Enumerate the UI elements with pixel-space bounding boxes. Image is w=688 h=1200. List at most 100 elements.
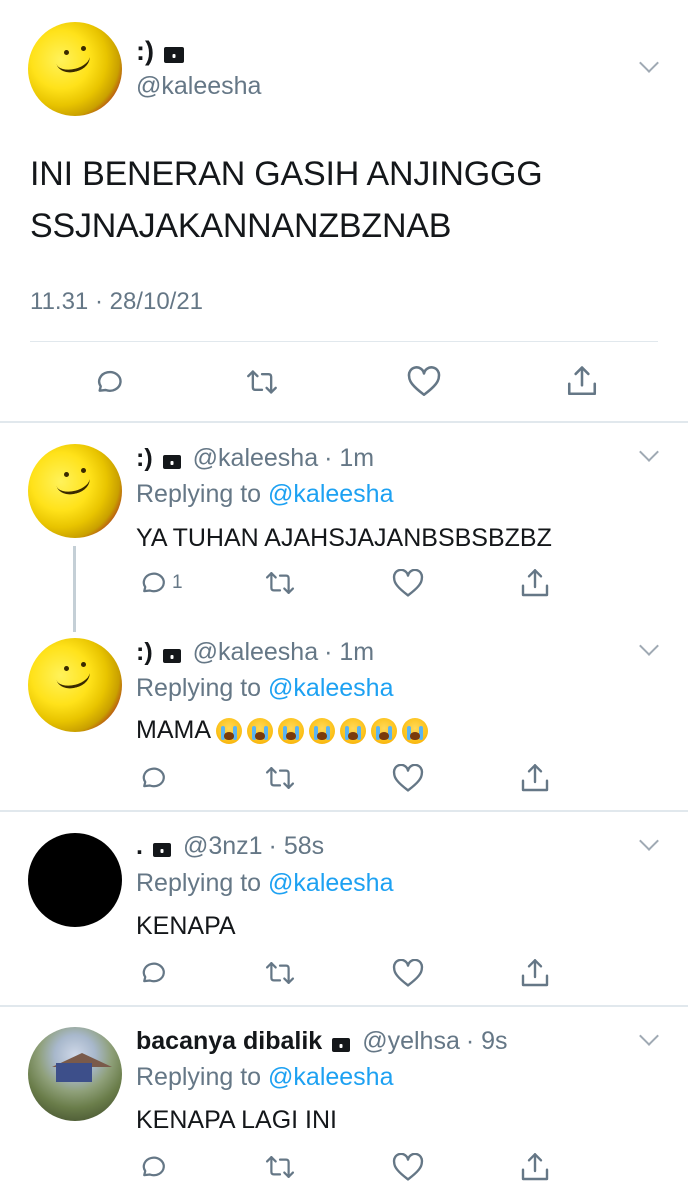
mention-link[interactable]: @kaleesha: [268, 674, 393, 702]
author-row: :): [136, 36, 184, 67]
like-button[interactable]: [392, 959, 424, 988]
tweet-text: MAMA: [136, 716, 428, 745]
divider: [30, 341, 658, 342]
handle[interactable]: @kaleesha: [193, 444, 318, 473]
chevron-down-icon[interactable]: [639, 442, 659, 462]
like-icon: [392, 764, 424, 792]
share-button[interactable]: [519, 567, 551, 599]
share-button[interactable]: [519, 957, 551, 989]
tweet-text: YA TUHAN AJAHSJAJANBSBSBZBZ: [136, 524, 552, 552]
replying-to: Replying to @kaleesha: [136, 674, 394, 702]
handle[interactable]: @3nz1: [183, 832, 263, 861]
lock-icon: [162, 648, 181, 663]
loudly-crying-face-icon: [216, 717, 242, 744]
reply-button[interactable]: 1: [138, 568, 183, 598]
mention-link[interactable]: @kaleesha: [268, 1063, 393, 1091]
separator: [0, 810, 688, 812]
tweet-time[interactable]: · 1m: [324, 638, 374, 667]
loudly-crying-face-icon: [371, 717, 397, 744]
lock-icon: [162, 454, 181, 469]
share-icon: [567, 366, 597, 396]
loudly-crying-face-icon: [340, 717, 366, 744]
like-icon: [392, 1153, 424, 1181]
reply-icon: [142, 1156, 165, 1177]
share-icon: [521, 764, 549, 792]
like-button[interactable]: [392, 764, 424, 793]
retweet-button[interactable]: [264, 1152, 296, 1182]
avatar[interactable]: [28, 444, 122, 538]
reply-button[interactable]: [138, 1152, 168, 1182]
reply-icon: [142, 767, 165, 788]
retweet-icon: [247, 370, 277, 394]
emoji-row: [211, 717, 428, 744]
share-button[interactable]: [519, 1151, 551, 1183]
loudly-crying-face-icon: [247, 717, 273, 744]
author-row: . @3nz1 · 58s: [136, 832, 324, 861]
retweet-button[interactable]: [264, 763, 296, 793]
lock-icon: [163, 46, 184, 63]
tweet-time[interactable]: · 1m: [324, 444, 374, 473]
share-button[interactable]: [519, 762, 551, 794]
tweet-text: KENAPA: [136, 912, 236, 940]
avatar[interactable]: [28, 638, 122, 732]
main-tweet: :) @kaleesha INI BENERAN GASIH ANJINGGG …: [0, 0, 688, 422]
mention-link[interactable]: @kaleesha: [268, 869, 393, 897]
separator: [0, 1005, 688, 1007]
retweet-button[interactable]: [264, 568, 296, 598]
reply-count: 1: [172, 572, 183, 593]
retweet-icon: [265, 572, 295, 594]
author-row: :) @kaleesha · 1m: [136, 444, 374, 473]
reply-button[interactable]: [93, 366, 125, 398]
share-icon: [521, 959, 549, 987]
mention-link[interactable]: @kaleesha: [268, 480, 393, 508]
display-name[interactable]: :): [136, 638, 153, 667]
share-icon: [521, 569, 549, 597]
loudly-crying-face-icon: [402, 717, 428, 744]
display-name[interactable]: :): [136, 36, 154, 67]
like-icon: [392, 569, 424, 597]
retweet-icon: [265, 1156, 295, 1178]
retweet-icon: [265, 962, 295, 984]
like-button[interactable]: [407, 366, 441, 398]
loudly-crying-face-icon: [278, 717, 304, 744]
reply-icon: [142, 572, 165, 593]
retweet-button[interactable]: [245, 366, 279, 398]
reply-button[interactable]: [138, 763, 168, 793]
avatar[interactable]: [28, 22, 122, 116]
reply-icon: [97, 370, 122, 392]
like-button[interactable]: [392, 569, 424, 598]
author-row: :) @kaleesha · 1m: [136, 638, 374, 667]
separator: [0, 421, 688, 423]
chevron-down-icon[interactable]: [639, 636, 659, 656]
handle[interactable]: @yelhsa: [362, 1027, 460, 1056]
chevron-down-icon[interactable]: [639, 831, 659, 851]
retweet-button[interactable]: [264, 958, 296, 988]
handle[interactable]: @kaleesha: [193, 638, 318, 667]
reply-icon: [142, 962, 165, 983]
lock-icon: [332, 1037, 351, 1052]
tweet-timestamp[interactable]: 11.31 · 28/10/21: [30, 288, 203, 316]
avatar[interactable]: [28, 1027, 122, 1121]
like-icon: [407, 366, 441, 397]
like-icon: [392, 959, 424, 987]
display-name[interactable]: bacanya dibalik: [136, 1027, 322, 1056]
tweet-text: KENAPA LAGI INI: [136, 1106, 338, 1134]
tweet-text: INI BENERAN GASIH ANJINGGG SSJNAJAKANNAN…: [30, 155, 543, 245]
display-name[interactable]: :): [136, 444, 153, 473]
replying-to: Replying to @kaleesha: [136, 869, 394, 897]
display-name[interactable]: .: [136, 832, 143, 861]
tweet-time[interactable]: · 58s: [269, 832, 325, 861]
author-row: bacanya dibalik @yelhsa · 9s: [136, 1027, 508, 1056]
replying-to: Replying to @kaleesha: [136, 1063, 394, 1091]
handle[interactable]: @kaleesha: [136, 72, 261, 101]
share-button[interactable]: [565, 364, 599, 398]
chevron-down-icon[interactable]: [639, 53, 659, 73]
like-button[interactable]: [392, 1153, 424, 1182]
avatar[interactable]: [28, 833, 122, 927]
reply-button[interactable]: [138, 958, 168, 988]
tweet-time[interactable]: · 9s: [466, 1027, 508, 1056]
replying-to: Replying to @kaleesha: [136, 480, 394, 508]
share-icon: [521, 1153, 549, 1181]
lock-icon: [152, 842, 171, 857]
chevron-down-icon[interactable]: [639, 1026, 659, 1046]
